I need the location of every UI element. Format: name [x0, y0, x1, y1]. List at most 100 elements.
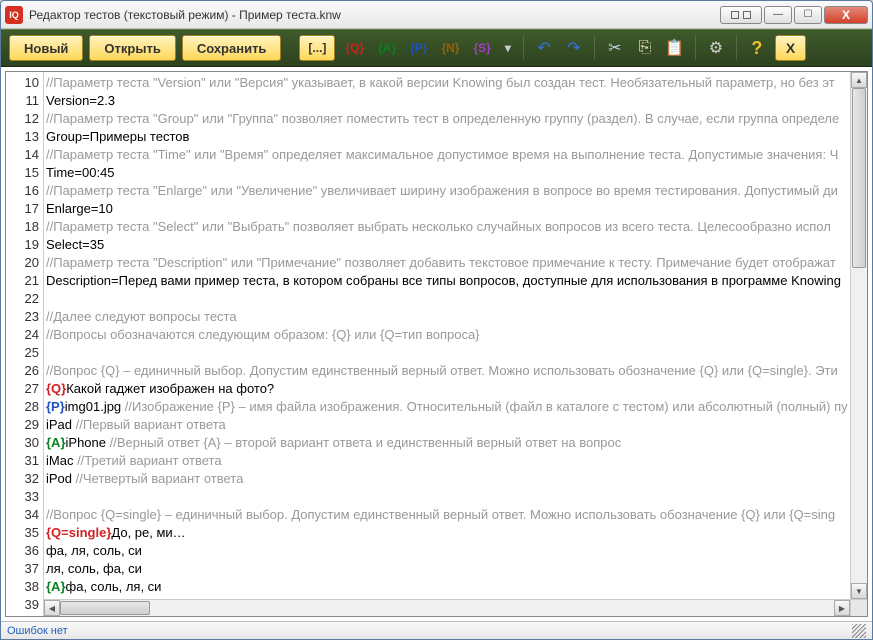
- line-number: 17: [6, 200, 39, 218]
- tag-n-button[interactable]: {N}: [437, 41, 463, 55]
- line-number: 40: [6, 614, 39, 617]
- line-number: 11: [6, 92, 39, 110]
- tag-q-button[interactable]: {Q}: [341, 41, 368, 55]
- code-line[interactable]: Select=35: [46, 236, 865, 254]
- tag-more-button[interactable]: ▾: [501, 41, 515, 55]
- code-line[interactable]: //Параметр теста "Group" или "Группа" по…: [46, 110, 865, 128]
- line-number: 39: [6, 596, 39, 614]
- window-aux-button[interactable]: [720, 6, 762, 24]
- scroll-right-icon[interactable]: ▶: [834, 600, 850, 616]
- cut-icon[interactable]: ✂: [603, 36, 627, 60]
- line-number: 20: [6, 254, 39, 272]
- line-number: 37: [6, 560, 39, 578]
- line-number: 25: [6, 344, 39, 362]
- code-line[interactable]: {A}iPhone //Верный ответ {A} – второй ва…: [46, 434, 865, 452]
- line-number: 18: [6, 218, 39, 236]
- scroll-down-icon[interactable]: ▼: [851, 583, 867, 599]
- open-button[interactable]: Открыть: [89, 35, 175, 61]
- editor: 1011121314151617181920212223242526272829…: [5, 71, 868, 617]
- line-number: 21: [6, 272, 39, 290]
- insert-button[interactable]: [...]: [299, 35, 335, 61]
- maximize-button[interactable]: ☐: [794, 6, 822, 24]
- exit-button[interactable]: X: [775, 35, 806, 61]
- redo-icon[interactable]: ↷: [562, 36, 586, 60]
- line-number: 38: [6, 578, 39, 596]
- window-controls: — ☐ X: [720, 6, 868, 24]
- tag-p-button[interactable]: {P}: [406, 41, 431, 55]
- code-line[interactable]: [46, 488, 865, 506]
- toolbar: Новый Открыть Сохранить [...] {Q} {A} {P…: [1, 29, 872, 67]
- code-line[interactable]: {Q=single}До, ре, ми…: [46, 524, 865, 542]
- line-number: 19: [6, 236, 39, 254]
- line-number: 32: [6, 470, 39, 488]
- code-line[interactable]: Description=Перед вами пример теста, в к…: [46, 272, 865, 290]
- code-line[interactable]: iPad //Первый вариант ответа: [46, 416, 865, 434]
- code-line[interactable]: {A}фа, соль, ля, си: [46, 578, 865, 596]
- code-line[interactable]: //Вопросы обозначаются следующим образом…: [46, 326, 865, 344]
- line-number: 13: [6, 128, 39, 146]
- line-number: 24: [6, 326, 39, 344]
- code-line[interactable]: ля, соль, фа, си: [46, 560, 865, 578]
- line-number: 35: [6, 524, 39, 542]
- resize-grip-icon[interactable]: [852, 624, 866, 638]
- code-line[interactable]: //Параметр теста "Enlarge" или "Увеличен…: [46, 182, 865, 200]
- line-number: 26: [6, 362, 39, 380]
- save-button[interactable]: Сохранить: [182, 35, 282, 61]
- new-button[interactable]: Новый: [9, 35, 83, 61]
- code-line[interactable]: Enlarge=10: [46, 200, 865, 218]
- code-line[interactable]: [46, 344, 865, 362]
- paste-icon[interactable]: 📋: [663, 36, 687, 60]
- code-line[interactable]: iMac //Третий вариант ответа: [46, 452, 865, 470]
- code-area[interactable]: //Параметр теста "Version" или "Версия" …: [44, 72, 867, 616]
- code-line[interactable]: {P}img01.jpg //Изображение {P} – имя фай…: [46, 398, 865, 416]
- line-number: 23: [6, 308, 39, 326]
- line-number: 34: [6, 506, 39, 524]
- undo-icon[interactable]: ↶: [532, 36, 556, 60]
- statusbar: Ошибок нет: [1, 621, 872, 639]
- tag-s-button[interactable]: {S}: [469, 41, 494, 55]
- code-line[interactable]: //Вопрос {Q=single} – единичный выбор. Д…: [46, 506, 865, 524]
- code-line[interactable]: фа, ля, соль, си: [46, 542, 865, 560]
- settings-icon[interactable]: ⚙: [704, 36, 728, 60]
- horizontal-scrollbar[interactable]: ◀ ▶: [44, 599, 850, 616]
- app-window: IQ Редактор тестов (текстовый режим) - П…: [0, 0, 873, 640]
- line-number: 31: [6, 452, 39, 470]
- scroll-up-icon[interactable]: ▲: [851, 72, 867, 88]
- code-line[interactable]: //Далее следуют вопросы теста: [46, 308, 865, 326]
- code-line[interactable]: Group=Примеры тестов: [46, 128, 865, 146]
- help-icon[interactable]: ?: [745, 36, 769, 60]
- code-line[interactable]: //Параметр теста "Time" или "Время" опре…: [46, 146, 865, 164]
- window-title: Редактор тестов (текстовый режим) - Прим…: [29, 8, 720, 22]
- code-line[interactable]: iPod //Четвертый вариант ответа: [46, 470, 865, 488]
- app-icon: IQ: [5, 6, 23, 24]
- copy-icon[interactable]: ⎘: [633, 36, 657, 60]
- code-line[interactable]: //Вопрос {Q} – единичный выбор. Допустим…: [46, 362, 865, 380]
- line-number: 29: [6, 416, 39, 434]
- line-number: 14: [6, 146, 39, 164]
- line-number: 10: [6, 74, 39, 92]
- line-number: 15: [6, 164, 39, 182]
- code-line[interactable]: {Q}Какой гаджет изображен на фото?: [46, 380, 865, 398]
- scroll-corner: [850, 599, 867, 616]
- status-text: Ошибок нет: [7, 625, 68, 637]
- code-line[interactable]: Version=2.3: [46, 92, 865, 110]
- titlebar: IQ Редактор тестов (текстовый режим) - П…: [1, 1, 872, 29]
- line-number: 27: [6, 380, 39, 398]
- line-number: 36: [6, 542, 39, 560]
- hscroll-thumb[interactable]: [60, 601, 150, 615]
- code-line[interactable]: //Параметр теста "Select" или "Выбрать" …: [46, 218, 865, 236]
- line-number: 22: [6, 290, 39, 308]
- line-number: 28: [6, 398, 39, 416]
- tag-a-button[interactable]: {A}: [374, 41, 400, 55]
- scroll-left-icon[interactable]: ◀: [44, 600, 60, 616]
- line-number: 12: [6, 110, 39, 128]
- line-number: 30: [6, 434, 39, 452]
- code-line[interactable]: [46, 290, 865, 308]
- vertical-scrollbar[interactable]: ▲ ▼: [850, 72, 867, 599]
- vscroll-thumb[interactable]: [852, 88, 866, 268]
- code-line[interactable]: Time=00:45: [46, 164, 865, 182]
- minimize-button[interactable]: —: [764, 6, 792, 24]
- code-line[interactable]: //Параметр теста "Version" или "Версия" …: [46, 74, 865, 92]
- code-line[interactable]: //Параметр теста "Description" или "Прим…: [46, 254, 865, 272]
- close-button[interactable]: X: [824, 6, 868, 24]
